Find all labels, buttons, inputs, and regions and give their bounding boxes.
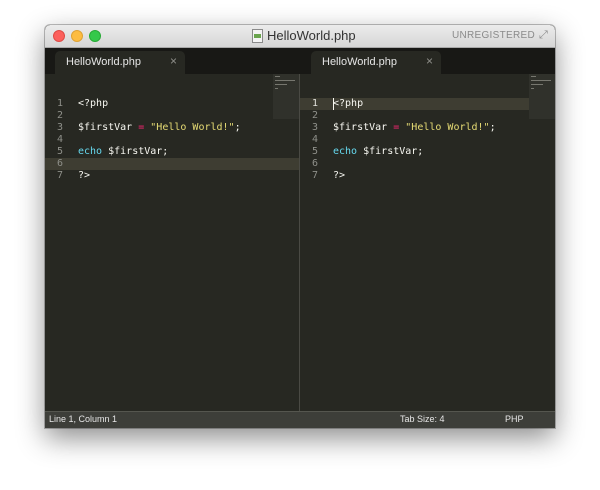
line-number: 3 [311, 122, 318, 133]
minimize-window-button[interactable] [71, 30, 83, 42]
line-number: 6 [311, 158, 318, 169]
minimap-line [531, 84, 543, 85]
line-number: 4 [56, 134, 63, 145]
code-line-1: <?php [333, 98, 363, 110]
minimap-line [275, 76, 280, 77]
minimap-line [275, 84, 287, 85]
editor-pane-right[interactable]: 1 2 3 4 5 6 7 <?php $firstVar = "Hello W… [300, 74, 555, 411]
highlighted-line [45, 158, 299, 170]
status-bar: Line 1, Column 1 Tab Size: 4 PHP [45, 411, 555, 428]
line-number: 5 [56, 146, 63, 157]
code-line-1: <?php [78, 98, 108, 110]
line-number-gutter: 1 2 3 4 5 6 7 [45, 74, 67, 411]
tab-close-icon[interactable]: × [170, 54, 177, 68]
keyword-token: echo [333, 146, 358, 157]
variable-token: $firstVar; [363, 146, 424, 157]
line-number: 1 [56, 98, 63, 109]
variable-token: $firstVar; [108, 146, 169, 157]
code-line-7: ?> [333, 170, 345, 182]
editor-window: HelloWorld.php UNREGISTERED ⤢ HelloWorld… [45, 25, 555, 428]
window-title: HelloWorld.php [267, 28, 356, 43]
code-line-3: $firstVar = "Hello World!"; [333, 122, 496, 134]
syntax-selector[interactable]: PHP [505, 414, 524, 424]
code-line-3: $firstVar = "Hello World!"; [78, 122, 241, 134]
semicolon-token: ; [234, 122, 241, 133]
variable-token: $firstVar [78, 122, 133, 133]
minimap-line [531, 88, 534, 89]
php-close-tag: ?> [78, 170, 91, 181]
line-number: 7 [56, 170, 63, 181]
tab-label: HelloWorld.php [66, 56, 142, 68]
tab-helloworld-left[interactable]: HelloWorld.php × [55, 51, 185, 74]
php-open-tag: <?php [78, 98, 109, 109]
code-line-5: echo $firstVar; [78, 146, 168, 158]
tab-bar: HelloWorld.php × HelloWorld.php × [45, 48, 555, 74]
operator-token: = [138, 122, 145, 133]
tab-size-selector[interactable]: Tab Size: 4 [400, 414, 445, 424]
php-close-tag: ?> [333, 170, 346, 181]
minimap[interactable] [273, 74, 299, 119]
line-number: 6 [56, 158, 63, 169]
zoom-window-button[interactable] [89, 30, 101, 42]
registration-status: UNREGISTERED [451, 30, 535, 41]
code-line-5: echo $firstVar; [333, 146, 423, 158]
minimap[interactable] [529, 74, 555, 119]
minimap-line [275, 80, 295, 81]
php-open-tag: <?php [333, 98, 364, 109]
line-number: 7 [311, 170, 318, 181]
title-bar: HelloWorld.php UNREGISTERED ⤢ [45, 25, 555, 48]
operator-token: = [393, 122, 400, 133]
string-token: "Hello World!" [150, 122, 235, 133]
tab-helloworld-right[interactable]: HelloWorld.php × [311, 51, 441, 74]
fullscreen-icon[interactable]: ⤢ [539, 30, 550, 41]
editor-pane-left[interactable]: 1 2 3 4 5 6 7 <?php $firstVar = "Hello W… [45, 74, 299, 411]
line-number: 3 [56, 122, 63, 133]
php-file-icon [252, 29, 263, 43]
minimap-line [531, 76, 536, 77]
line-number: 1 [311, 98, 318, 109]
line-number: 4 [311, 134, 318, 145]
keyword-token: echo [78, 146, 103, 157]
line-number: 5 [311, 146, 318, 157]
line-number: 2 [56, 110, 63, 121]
close-window-button[interactable] [53, 30, 65, 42]
tab-close-icon[interactable]: × [426, 54, 433, 68]
line-number-gutter: 1 2 3 4 5 6 7 [300, 74, 322, 411]
variable-token: $firstVar [333, 122, 388, 133]
minimap-line [531, 80, 551, 81]
semicolon-token: ; [489, 122, 496, 133]
minimap-line [275, 88, 278, 89]
string-token: "Hello World!" [405, 122, 490, 133]
tab-label: HelloWorld.php [322, 56, 398, 68]
code-line-7: ?> [78, 170, 90, 182]
line-number: 2 [311, 110, 318, 121]
cursor-position: Line 1, Column 1 [49, 414, 118, 424]
